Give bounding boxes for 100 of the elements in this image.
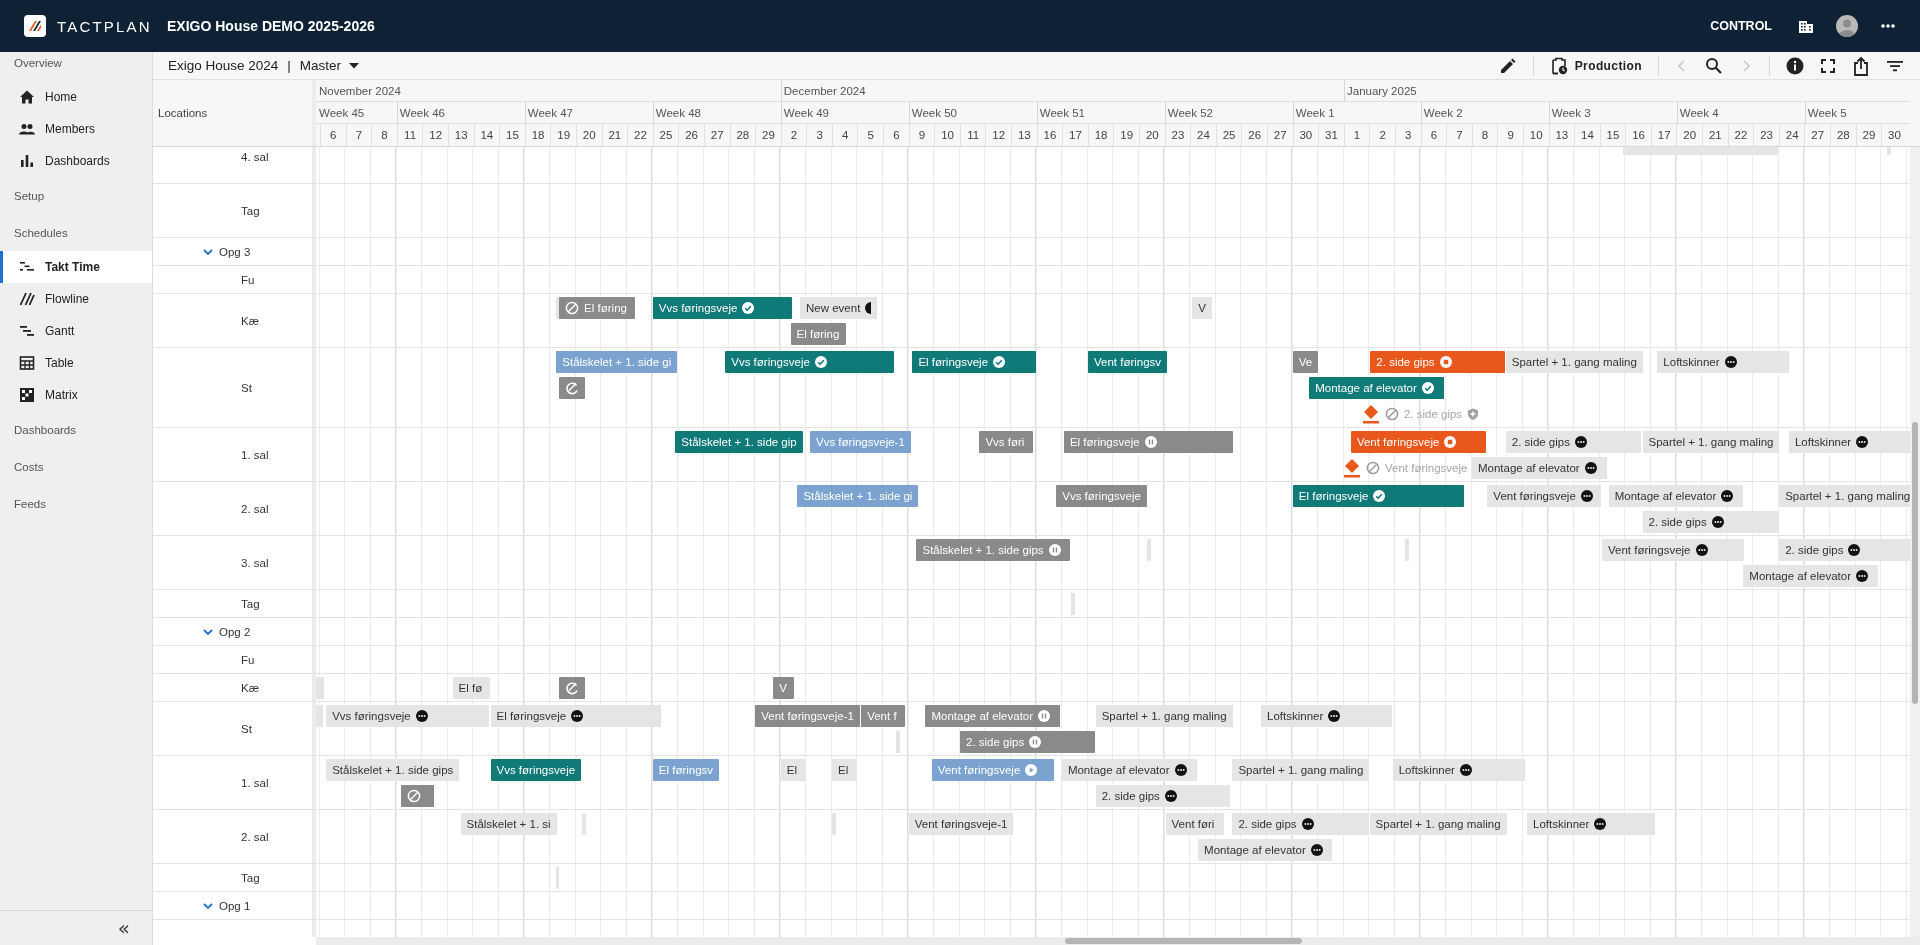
filter-icon[interactable] [1886, 58, 1904, 73]
sidebar-item[interactable]: Members [0, 113, 152, 145]
task-bar[interactable]: Montage af elevator [1309, 377, 1444, 399]
task-bar[interactable]: Stålskelet + 1. side gip [675, 431, 803, 453]
task-bar[interactable]: Spartel + 1. gang maling [1095, 705, 1233, 727]
task-bar[interactable]: Vent føringsveje [1487, 485, 1602, 507]
share-icon[interactable] [1852, 55, 1870, 76]
task-bar[interactable]: El føringsveje [912, 351, 1036, 373]
sidebar-section[interactable]: Setup [0, 177, 152, 214]
task-bar[interactable]: Spartel + 1. gang maling [1779, 485, 1910, 507]
location-label: Fu [241, 653, 255, 666]
milestone-icon[interactable] [1361, 404, 1380, 424]
day-label: 24 [1785, 129, 1799, 141]
task-bar[interactable]: Loftskinner [1657, 351, 1789, 373]
location-label: Tag [241, 871, 260, 884]
task-bar[interactable]: El føringsveje [490, 705, 661, 727]
task-bar[interactable] [401, 785, 434, 807]
task-bar[interactable]: Loftskinner [1392, 759, 1526, 781]
pencil-icon[interactable] [1498, 56, 1517, 75]
task-bar[interactable]: Vvs føringsveje [725, 351, 895, 373]
task-bar[interactable]: 2. side gips [1095, 785, 1231, 807]
bar-chart-icon [19, 153, 35, 169]
task-bar[interactable]: Montage af elevator [1472, 457, 1607, 479]
sidebar-item[interactable]: Gantt [0, 315, 152, 347]
task-bar[interactable]: Vvs føringsveje [652, 297, 793, 319]
task-bar[interactable]: Montage af elevator [1743, 565, 1878, 587]
location-group-label[interactable]: Opg 2 [219, 625, 251, 638]
task-bar[interactable]: Loftskinner [1527, 813, 1656, 835]
sidebar-item[interactable]: Flowline [0, 283, 152, 315]
task-bar[interactable]: El [780, 759, 806, 781]
task-bar[interactable]: Spartel + 1. gang maling [1642, 431, 1780, 453]
logo-icon[interactable] [24, 15, 46, 37]
task-bar[interactable]: 2. side gips [1779, 539, 1910, 561]
day-label: 4 [841, 129, 849, 141]
sidebar-section[interactable]: Feeds [0, 485, 152, 522]
sidebar-item[interactable]: Dashboards [0, 145, 152, 177]
task-bar[interactable]: Spartel + 1. gang maling [1232, 759, 1370, 781]
day-label: 17 [1657, 129, 1671, 141]
task-bar[interactable]: Vent føringsveje [1350, 431, 1486, 453]
task-bar[interactable]: 2. side gips [1370, 351, 1505, 373]
view-button[interactable]: Production [1549, 56, 1642, 75]
day-label: 28 [736, 129, 750, 141]
stop-icon [1439, 356, 1452, 368]
task-bar[interactable]: Spartel + 1. gang maling [1369, 813, 1507, 835]
day-label: 18 [531, 129, 545, 141]
task-bar[interactable]: Montage af elevator [1061, 759, 1197, 781]
task-bar[interactable] [555, 297, 560, 319]
task-bar[interactable] [559, 677, 586, 699]
task-bar[interactable]: Vent føringsveje [1602, 539, 1745, 561]
sidebar-item[interactable]: Matrix [0, 379, 152, 411]
task-bar[interactable]: Vent føringsveje-1 [908, 813, 1014, 835]
sidebar-section[interactable]: Overview [0, 52, 152, 81]
sidebar-item[interactable]: Table [0, 347, 152, 379]
task-bar[interactable]: New event [800, 297, 878, 319]
task-bar[interactable]: Loftskinner [1788, 431, 1910, 453]
task-bar[interactable]: Montage af elevator [1608, 485, 1744, 507]
avatar-icon[interactable] [1836, 15, 1858, 37]
task-bar[interactable]: Montage af elevator [1198, 839, 1333, 861]
sidebar-section[interactable]: Dashboards [0, 411, 152, 448]
location-group-label[interactable]: Opg 1 [219, 899, 251, 912]
task-bar[interactable]: 2. side gips [1505, 431, 1641, 453]
search-icon[interactable] [1705, 56, 1723, 75]
task-bar[interactable]: El [832, 759, 857, 781]
task-bar[interactable]: V [1192, 297, 1212, 319]
task-bar[interactable]: Vvs føringsveje [326, 705, 489, 727]
scrollbar-thumb[interactable] [1065, 938, 1302, 944]
more-icon [1174, 764, 1187, 776]
sidebar-section[interactable]: Schedules [0, 214, 152, 251]
task-bar[interactable]: Vvs føringsveje [490, 759, 582, 781]
more-icon [1584, 462, 1597, 474]
sidebar-item[interactable]: Takt Time [0, 251, 152, 283]
task-bar[interactable]: El føringsveje [1292, 485, 1464, 507]
task-bar[interactable] [559, 377, 586, 399]
task-bar[interactable]: Spartel + 1. gang maling [1505, 351, 1643, 373]
task-bar[interactable]: Stålskelet + 1. side gips [326, 759, 460, 781]
shield-icon [1467, 408, 1480, 420]
task-bar[interactable]: Vent føri [1165, 813, 1224, 835]
brand-name[interactable]: TACTPLAN [57, 17, 152, 35]
plan-dropdown[interactable]: Master [299, 58, 360, 73]
task-bar[interactable]: 2. side gips [1642, 511, 1779, 533]
sidebar-item[interactable]: Home [0, 81, 152, 113]
sidebar-section[interactable]: Costs [0, 448, 152, 485]
task-bar[interactable]: 2. side gips [1232, 813, 1369, 835]
task-bar[interactable]: Stålskelet + 1. si [460, 813, 557, 835]
building-icon[interactable] [1798, 18, 1814, 34]
task-bar[interactable]: El fø [452, 677, 490, 699]
location-group-label[interactable]: Opg 3 [219, 245, 251, 258]
more-icon [1721, 490, 1734, 502]
task-bar[interactable]: Vent føringsv [1088, 351, 1168, 373]
check-icon [993, 356, 1006, 368]
collapse-button[interactable]: « [113, 918, 134, 938]
week-label: Week 46 [399, 106, 445, 119]
mode-label[interactable]: CONTROL [1710, 19, 1772, 33]
info-icon[interactable] [1786, 56, 1804, 75]
fullscreen-icon[interactable] [1820, 57, 1836, 74]
task-bar[interactable]: Loftskinner [1261, 705, 1393, 727]
milestone-icon[interactable] [1342, 458, 1361, 478]
scrollbar-thumb[interactable] [1912, 422, 1918, 704]
location-label: Kæ [241, 314, 259, 327]
day-label: 6 [1430, 129, 1438, 141]
